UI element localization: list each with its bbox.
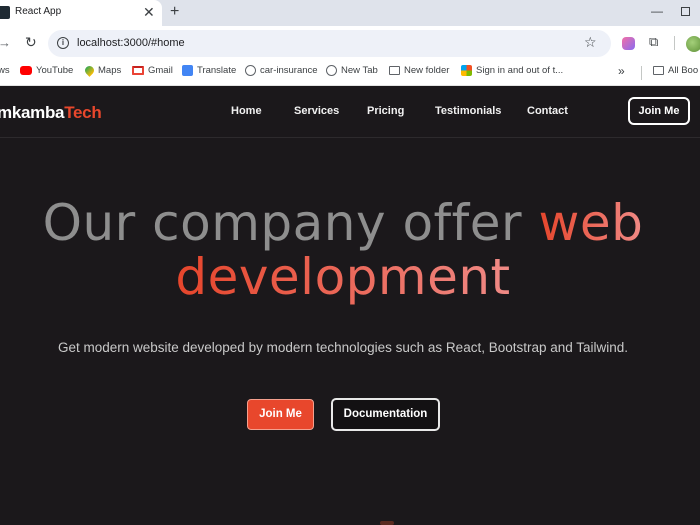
tab-title: React App	[15, 6, 62, 17]
nav-services[interactable]: Services	[294, 105, 339, 117]
youtube-icon	[20, 66, 32, 75]
decorative-glow	[380, 521, 394, 525]
bookmark-youtube[interactable]: YouTube	[20, 65, 73, 76]
extensions-puzzle-icon[interactable]: ⧉	[649, 34, 658, 50]
site-navbar: mkambaTech Home Services Pricing Testimo…	[0, 86, 700, 138]
bookmark-label: Maps	[98, 65, 122, 76]
toolbar-divider	[674, 36, 675, 50]
react-favicon-icon	[0, 6, 10, 19]
hero-title: Our company offer web development	[0, 196, 686, 304]
bookmark-car-insurance[interactable]: car-insurance	[245, 65, 318, 76]
bookmark-label: Sign in and out of t...	[476, 65, 564, 76]
nav-join-button[interactable]: Join Me	[628, 97, 690, 125]
bookmark-label: car-insurance	[260, 65, 318, 76]
bookmark-new-tab[interactable]: New Tab	[326, 65, 378, 76]
bookmark-news[interactable]: ws	[0, 65, 10, 76]
bookmark-new-folder[interactable]: New folder	[389, 65, 449, 76]
logo-text-main: mkamba	[0, 103, 65, 122]
reload-icon[interactable]: ↻	[25, 34, 37, 51]
documentation-button[interactable]: Documentation	[331, 398, 440, 431]
bookmark-label: All Boo	[668, 65, 699, 76]
hero-title-grey: Our company offer	[42, 194, 539, 252]
new-tab-icon[interactable]: +	[170, 3, 179, 21]
bookmark-sign-in[interactable]: Sign in and out of t...	[461, 65, 563, 76]
nav-testimonials[interactable]: Testimonials	[435, 105, 501, 117]
bookmark-gmail[interactable]: Gmail	[132, 65, 173, 76]
bookmarks-overflow-icon[interactable]: »	[618, 64, 625, 78]
copilot-extension-icon[interactable]	[622, 37, 635, 50]
address-bar[interactable]: i localhost:3000/#home ☆	[48, 30, 611, 57]
site-info-icon[interactable]: i	[57, 37, 69, 49]
bookmarks-divider	[641, 66, 642, 80]
folder-icon	[653, 66, 664, 75]
tab-close-icon[interactable]: ✕	[143, 4, 155, 20]
translate-icon	[182, 65, 193, 76]
url-text[interactable]: localhost:3000/#home	[77, 37, 185, 49]
bookmark-maps[interactable]: Maps	[83, 64, 122, 77]
browser-toolbar: → ↻ i localhost:3000/#home ☆ ⧉	[0, 26, 700, 60]
hero-title-accent-line2: development	[175, 248, 511, 306]
nav-home[interactable]: Home	[231, 105, 262, 117]
hero-title-accent: web	[538, 194, 644, 252]
folder-icon	[389, 66, 400, 75]
bookmark-label: ws	[0, 65, 10, 76]
bookmark-label: YouTube	[36, 65, 74, 76]
bookmark-translate[interactable]: Translate	[182, 65, 236, 76]
bookmark-label: Translate	[197, 65, 237, 76]
maximize-icon[interactable]	[681, 7, 690, 16]
globe-icon	[245, 65, 256, 76]
globe-icon	[326, 65, 337, 76]
bookmarks-bar: ws YouTube Maps Gmail Translate car-insu…	[0, 60, 700, 86]
gmail-icon	[132, 66, 144, 75]
maps-pin-icon	[83, 64, 96, 77]
hero-subtitle: Get modern website developed by modern t…	[57, 340, 629, 355]
minimize-icon[interactable]: —	[651, 4, 663, 18]
browser-tabstrip: React App ✕ + —	[0, 0, 700, 26]
hero-join-button[interactable]: Join Me	[247, 399, 314, 430]
logo-text-accent: Tech	[64, 103, 102, 122]
bookmark-label: Gmail	[148, 65, 173, 76]
bookmark-all-bookmarks[interactable]: All Boo	[653, 65, 698, 76]
forward-arrow-icon[interactable]: →	[0, 35, 11, 50]
bookmark-label: New Tab	[341, 65, 378, 76]
microsoft-icon	[461, 65, 472, 76]
profile-avatar[interactable]	[686, 36, 700, 52]
site-logo[interactable]: mkambaTech	[0, 103, 102, 123]
nav-pricing[interactable]: Pricing	[367, 105, 404, 117]
bookmark-label: New folder	[404, 65, 450, 76]
nav-contact[interactable]: Contact	[527, 105, 568, 117]
browser-tab[interactable]: React App ✕	[0, 0, 162, 26]
bookmark-star-icon[interactable]: ☆	[584, 34, 597, 51]
